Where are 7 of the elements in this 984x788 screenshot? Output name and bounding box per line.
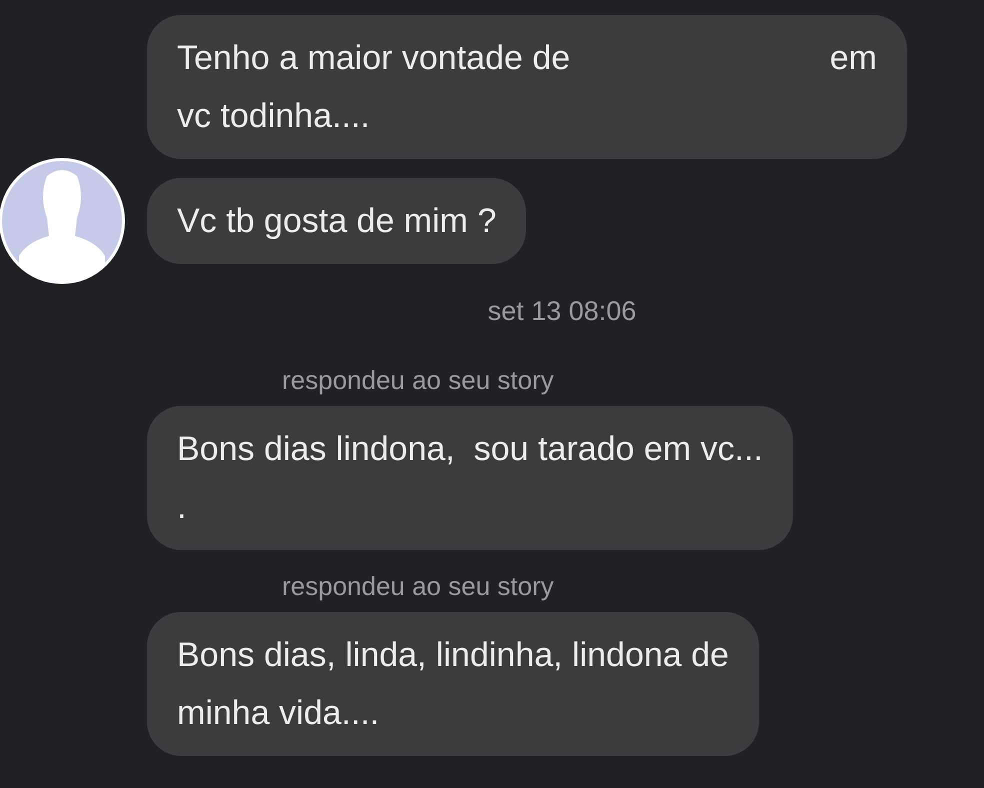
message-timestamp: set 13 08:06 [488,295,636,328]
message-bubble: Tenho a maior vontade de em vc todinha.... [147,15,907,159]
message-bubble: Bons dias lindona, sou tarado em vc... . [147,406,793,550]
message-bubble: Vc tb gosta de mim ? [147,178,526,264]
reply-label: respondeu ao seu story [281,570,555,603]
message-bubble: Bons dias, linda, lindinha, lindona de minha vida.... [147,612,759,756]
reply-label: respondeu ao seu story [281,364,555,397]
